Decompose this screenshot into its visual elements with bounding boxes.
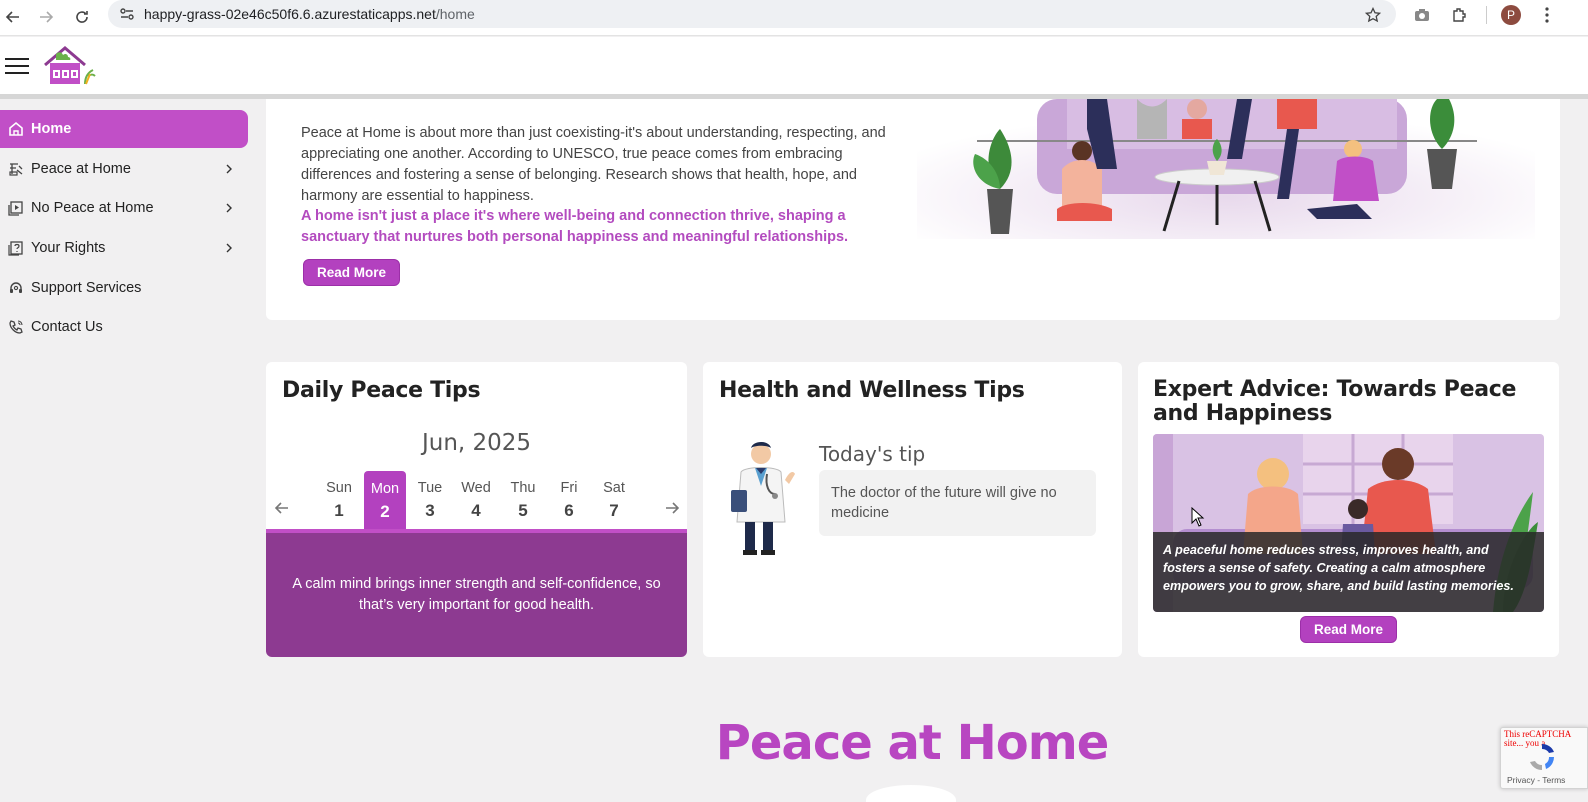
day-number: 5 xyxy=(518,501,528,520)
calendar-day[interactable]: Thu 5 xyxy=(503,470,543,530)
day-name: Thu xyxy=(510,480,536,496)
hamburger-menu-icon[interactable] xyxy=(5,58,29,76)
sidebar-item-label: Peace at Home xyxy=(31,160,131,177)
day-name: Tue xyxy=(417,480,443,496)
chevron-right-icon xyxy=(226,203,232,213)
sidebar-item-contact-us[interactable]: Contact Us xyxy=(0,307,250,347)
expert-advice-card: Expert Advice: Towards Peace and Happine… xyxy=(1138,362,1559,657)
extensions-icon[interactable] xyxy=(1448,4,1470,26)
next-week-arrow-icon[interactable] xyxy=(662,498,682,518)
phone-icon xyxy=(7,318,25,336)
daily-tip-panel: A calm mind brings inner strength and se… xyxy=(266,529,687,657)
day-number: 1 xyxy=(334,501,344,520)
calendar-day[interactable]: Tue 3 xyxy=(410,470,450,530)
day-name: Fri xyxy=(560,480,578,496)
daily-tips-title: Daily Peace Tips xyxy=(282,378,481,403)
avatar: P xyxy=(1501,5,1521,25)
calendar-day[interactable]: Sat 7 xyxy=(594,470,634,530)
sidebar-item-peace-at-home[interactable]: Peace at Home xyxy=(0,149,250,189)
url-path: /home xyxy=(435,6,475,22)
intro-read-more-button[interactable]: Read More xyxy=(303,259,400,286)
health-tip-box: The doctor of the future will give no me… xyxy=(819,470,1096,536)
recaptcha-badge[interactable]: This reCAPTCHA site... you a Privacy - T… xyxy=(1500,727,1588,789)
more-menu-icon[interactable] xyxy=(1536,4,1558,26)
sidebar-item-label: Your Rights xyxy=(31,239,106,256)
url-host: happy-grass-02e46c50f6.6.azurestaticapps… xyxy=(144,6,436,22)
profile-avatar[interactable]: P xyxy=(1500,4,1522,26)
sidebar-item-your-rights[interactable]: Your Rights xyxy=(0,228,250,268)
section-heading: Peace at Home xyxy=(715,715,1110,771)
recaptcha-logo-icon xyxy=(1525,740,1559,779)
sidebar-item-support-services[interactable]: Support Services xyxy=(0,268,250,308)
expert-caption: A peaceful home reduces stress, improves… xyxy=(1153,532,1544,612)
reload-icon[interactable] xyxy=(69,4,95,30)
calendar-week: Sun 1 Mon 2 Tue 3 Wed 4 Thu 5 Fri 6 Sat 7 xyxy=(266,470,687,531)
sidebar-item-home[interactable]: Home xyxy=(0,110,248,148)
peace-icon xyxy=(7,160,25,178)
calendar-day[interactable]: Wed 4 xyxy=(456,470,496,530)
play-square-icon xyxy=(7,199,25,217)
health-title: Health and Wellness Tips xyxy=(719,378,1025,403)
daily-peace-tips-card: Daily Peace Tips Jun, 2025 Sun 1 Mon 2 Tue… xyxy=(266,362,687,657)
day-name: Sun xyxy=(326,480,352,496)
site-info-icon[interactable] xyxy=(118,5,136,23)
intro-highlight: A home isn't just a place it's where wel… xyxy=(301,208,849,245)
day-number: 2 xyxy=(380,502,390,521)
prev-week-arrow-icon[interactable] xyxy=(272,498,292,518)
sidebar-item-no-peace-at-home[interactable]: No Peace at Home xyxy=(0,189,250,229)
health-tip-text: The doctor of the future will give no me… xyxy=(831,485,1057,521)
app-header xyxy=(0,37,1588,94)
day-name: Sat xyxy=(603,480,625,496)
sidebar-item-label: Home xyxy=(31,121,72,137)
sidebar-nav: Home Peace at Home No Peace at Home Your… xyxy=(0,110,250,347)
sidebar-item-label: Contact Us xyxy=(31,319,103,336)
chevron-right-icon xyxy=(226,164,232,174)
todays-tip-label: Today's tip xyxy=(819,442,926,466)
calendar-day-selected[interactable]: Mon 2 xyxy=(364,471,406,531)
chevron-right-icon xyxy=(226,243,232,253)
url-text[interactable]: happy-grass-02e46c50f6.6.azurestaticapps… xyxy=(144,6,475,22)
address-bar[interactable]: happy-grass-02e46c50f6.6.azurestaticapps… xyxy=(108,0,1396,28)
day-number: 6 xyxy=(564,501,574,520)
expert-title: Expert Advice: Towards Peace and Happine… xyxy=(1153,377,1517,426)
day-number: 7 xyxy=(609,501,619,520)
site-logo[interactable] xyxy=(42,46,98,86)
calendar-day[interactable]: Fri 6 xyxy=(549,470,589,530)
browser-toolbar: happy-grass-02e46c50f6.6.azurestaticapps… xyxy=(0,0,1588,36)
camera-icon[interactable] xyxy=(1411,4,1433,26)
calendar-month: Jun, 2025 xyxy=(421,430,532,456)
doctor-illustration xyxy=(723,440,801,558)
daily-tip-text: A calm mind brings inner strength and se… xyxy=(292,576,661,613)
expert-family-image: A peaceful home reduces stress, improves… xyxy=(1153,434,1544,612)
day-name: Wed xyxy=(461,480,491,496)
toolbar-divider xyxy=(1486,6,1487,24)
family-illustration xyxy=(917,99,1535,239)
intro-paragraph: Peace at Home is about more than just co… xyxy=(301,125,886,204)
bookmark-star-icon[interactable] xyxy=(1362,4,1384,26)
section-decoration xyxy=(866,785,956,802)
sidebar-item-label: Support Services xyxy=(31,279,142,296)
headset-icon xyxy=(7,279,25,297)
day-number: 4 xyxy=(471,501,481,520)
home-icon xyxy=(7,120,25,138)
health-wellness-card: Health and Wellness Tips Today's tip The… xyxy=(703,362,1122,657)
expert-read-more-button[interactable]: Read More xyxy=(1300,616,1397,643)
sidebar-item-label: No Peace at Home xyxy=(31,200,154,217)
day-name: Mon xyxy=(370,481,400,497)
calendar-day[interactable]: Sun 1 xyxy=(319,470,359,530)
back-icon[interactable] xyxy=(0,4,26,30)
rights-icon xyxy=(7,239,25,257)
day-number: 3 xyxy=(425,501,435,520)
forward-icon[interactable] xyxy=(33,4,59,30)
intro-card: Peace at Home is about more than just co… xyxy=(266,99,1560,320)
mouse-cursor-icon xyxy=(1191,506,1205,532)
recaptcha-terms[interactable]: Privacy - Terms xyxy=(1507,775,1565,785)
